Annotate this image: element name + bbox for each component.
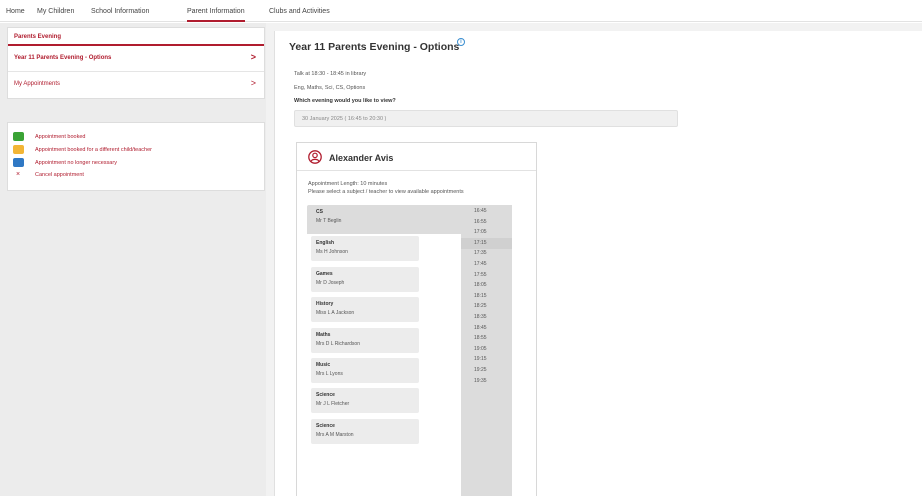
subject-teacher-item[interactable]: Science Mr J L Fletcher <box>311 388 419 414</box>
time-slot[interactable]: 16:55 <box>474 219 487 225</box>
tab-parent-information[interactable]: Parent Information <box>187 0 245 22</box>
talk-info: Talk at 18:30 - 18:45 in library <box>294 71 367 77</box>
sidebar-item-label: My Appointments <box>14 81 61 87</box>
teacher-name: Mr J L Fletcher <box>316 401 350 408</box>
sidebar-item-my-appointments[interactable]: My Appointments > <box>8 72 264 98</box>
subject-name: CS <box>316 209 323 215</box>
chevron-right-icon: > <box>250 78 256 88</box>
subject-teacher-item[interactable]: CS Mr T Beglin <box>307 205 461 234</box>
subject-teacher-item[interactable]: Maths Mrs D L Richardson <box>311 327 419 353</box>
subject-teacher-item[interactable]: English Ms H Johnson <box>311 236 419 262</box>
time-slot[interactable]: 17:35 <box>474 250 487 256</box>
tab-school-information[interactable]: School Information <box>91 0 149 22</box>
teacher-name: Mrs L Lyons <box>316 371 343 377</box>
page-header: Year 11 Parents Evening - Options i <box>274 31 922 63</box>
evening-details: Talk at 18:30 - 18:45 in library Eng, Ma… <box>274 63 922 496</box>
teacher-name: Ms H Johnson <box>316 249 348 256</box>
amber-swatch-icon <box>13 145 24 154</box>
chevron-right-icon: > <box>250 52 256 62</box>
subject-name: History <box>316 301 334 308</box>
main-content: Year 11 Parents Evening - Options i Talk… <box>266 23 922 496</box>
time-slot[interactable]: 17:05 <box>474 229 487 235</box>
teacher-name: Mrs D L Richardson <box>316 340 360 347</box>
subject-name: Science <box>316 422 335 429</box>
subject-name: English <box>316 240 335 247</box>
subject-name: Science <box>316 392 335 399</box>
time-slot[interactable]: 18:05 <box>474 282 487 288</box>
time-slot[interactable]: 17:45 <box>474 261 487 267</box>
appointment-picker: 16:45 16:55 17:05 17:15 17:35 17:45 17:55 18:05… <box>307 205 512 496</box>
student-name: Alexander Avis <box>329 153 394 163</box>
tab-clubs-and-activities[interactable]: Clubs and Activities <box>269 0 330 22</box>
time-slot[interactable]: 18:55 <box>474 335 487 341</box>
selection-instruction: Please select a subject / teacher to vie… <box>308 189 464 195</box>
green-swatch-icon <box>13 132 24 141</box>
time-slot[interactable]: 18:15 <box>474 293 487 299</box>
teacher-name: Mr D Joseph <box>316 279 345 286</box>
appointment-legend: Appointment booked Appointment booked fo… <box>7 122 265 191</box>
subject-teacher-item[interactable]: History Miss L A Jackson <box>311 297 419 323</box>
time-slot[interactable]: 17:15 <box>474 240 487 246</box>
user-icon <box>308 150 322 164</box>
teacher-name: Mr T Beglin <box>316 218 342 224</box>
top-nav: Home My Children School Information Pare… <box>0 0 922 22</box>
teacher-name: Miss L A Jackson <box>316 310 355 317</box>
student-card: Alexander Avis Appointment Length: 10 mi… <box>296 142 537 496</box>
time-slot[interactable]: 19:05 <box>474 346 487 352</box>
page-title: Year 11 Parents Evening - Options <box>289 41 460 53</box>
blue-swatch-icon <box>13 158 24 167</box>
sidebar-heading: Parents Evening <box>8 28 264 46</box>
evening-question: Which evening would you like to view? <box>294 98 396 104</box>
subjects-info: Eng, Maths, Sci, CS, Options <box>294 85 366 91</box>
subject-name: Games <box>316 270 333 277</box>
subject-name: Music <box>316 362 331 368</box>
time-slot-column: 16:45 16:55 17:05 17:15 17:35 17:45 17:55 18:05… <box>461 205 512 496</box>
teacher-name: Mrs A M Marston <box>316 431 354 438</box>
subject-teacher-item[interactable]: Science Mrs A M Marston <box>311 418 419 444</box>
close-icon: × <box>16 171 21 178</box>
time-slot[interactable]: 19:35 <box>474 378 487 384</box>
subject-teacher-item[interactable]: Music Mrs L Lyons <box>311 358 419 383</box>
sidebar-item-label: Year 11 Parents Evening - Options <box>14 55 112 61</box>
time-slot[interactable]: 17:55 <box>474 272 487 278</box>
sidebar-menu: Parents Evening Year 11 Parents Evening … <box>7 27 265 99</box>
time-slot[interactable]: 19:15 <box>474 356 487 362</box>
evening-select[interactable]: 30 January 2025 ( 16:45 to 20:30 ) <box>294 110 678 127</box>
tab-home[interactable]: Home <box>6 0 25 22</box>
time-slot[interactable]: 18:45 <box>474 325 487 331</box>
subject-name: Maths <box>316 331 331 338</box>
time-slot[interactable]: 18:25 <box>474 303 487 309</box>
time-slot[interactable]: 16:45 <box>474 208 487 214</box>
time-slot[interactable]: 18:35 <box>474 314 487 320</box>
info-icon[interactable]: i <box>457 38 465 46</box>
sidebar: Parents Evening Year 11 Parents Evening … <box>0 23 266 496</box>
tab-my-children[interactable]: My Children <box>37 0 74 22</box>
sidebar-item-options[interactable]: Year 11 Parents Evening - Options > <box>8 46 264 72</box>
student-header: Alexander Avis <box>297 143 536 171</box>
time-slot[interactable]: 19:25 <box>474 367 487 373</box>
appointment-length: Appointment Length: 10 minutes <box>308 181 388 187</box>
subject-teacher-item[interactable]: Games Mr D Joseph <box>311 266 419 292</box>
